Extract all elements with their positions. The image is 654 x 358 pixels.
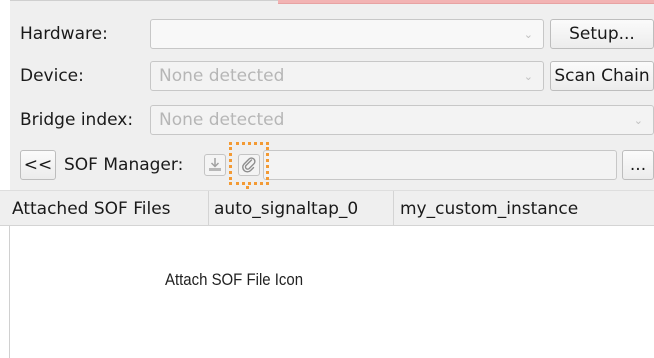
attach-sof-file-callout: Attach SOF File Icon [165, 270, 304, 289]
instance-table-header: Attached SOF Files auto_signaltap_0 my_c… [0, 190, 654, 226]
sof-file-path-field[interactable] [263, 150, 617, 180]
setup-button[interactable]: Setup... [550, 19, 654, 49]
table-left-border [9, 226, 10, 358]
signaltap-jtag-panel: Hardware: ⌄ Setup... Device: None detect… [0, 0, 654, 358]
hardware-select[interactable]: ⌄ [150, 19, 544, 49]
bridge-index-label: Bridge index: [20, 110, 134, 130]
bridge-index-select[interactable]: None detected ⌄ [150, 105, 654, 135]
program-device-button[interactable] [204, 154, 226, 176]
device-label: Device: [20, 66, 84, 86]
top-edge-accent [278, 0, 654, 4]
chevron-down-icon: ⌄ [523, 70, 533, 83]
collapse-sof-manager-button[interactable]: << [20, 150, 56, 180]
column-header-auto-signaltap[interactable]: auto_signaltap_0 [214, 199, 358, 219]
attach-icon-highlight [229, 142, 269, 185]
device-select[interactable]: None detected ⌄ [150, 61, 544, 91]
instance-table-body [0, 226, 654, 358]
column-header-attached-sof-files[interactable]: Attached SOF Files [12, 199, 171, 219]
program-device-icon [209, 158, 221, 171]
sof-manager-label: SOF Manager: [64, 155, 184, 175]
device-select-placeholder: None detected [159, 66, 285, 86]
hardware-label: Hardware: [20, 24, 108, 44]
column-divider [208, 191, 209, 225]
chevron-down-icon: ⌄ [633, 114, 643, 127]
bridge-index-placeholder: None detected [159, 110, 285, 130]
browse-sof-button[interactable]: ... [622, 150, 654, 180]
column-divider [393, 191, 394, 225]
column-header-my-custom-instance[interactable]: my_custom_instance [400, 199, 578, 219]
scan-chain-button[interactable]: Scan Chain [550, 61, 654, 91]
chevron-down-icon: ⌄ [523, 28, 533, 41]
